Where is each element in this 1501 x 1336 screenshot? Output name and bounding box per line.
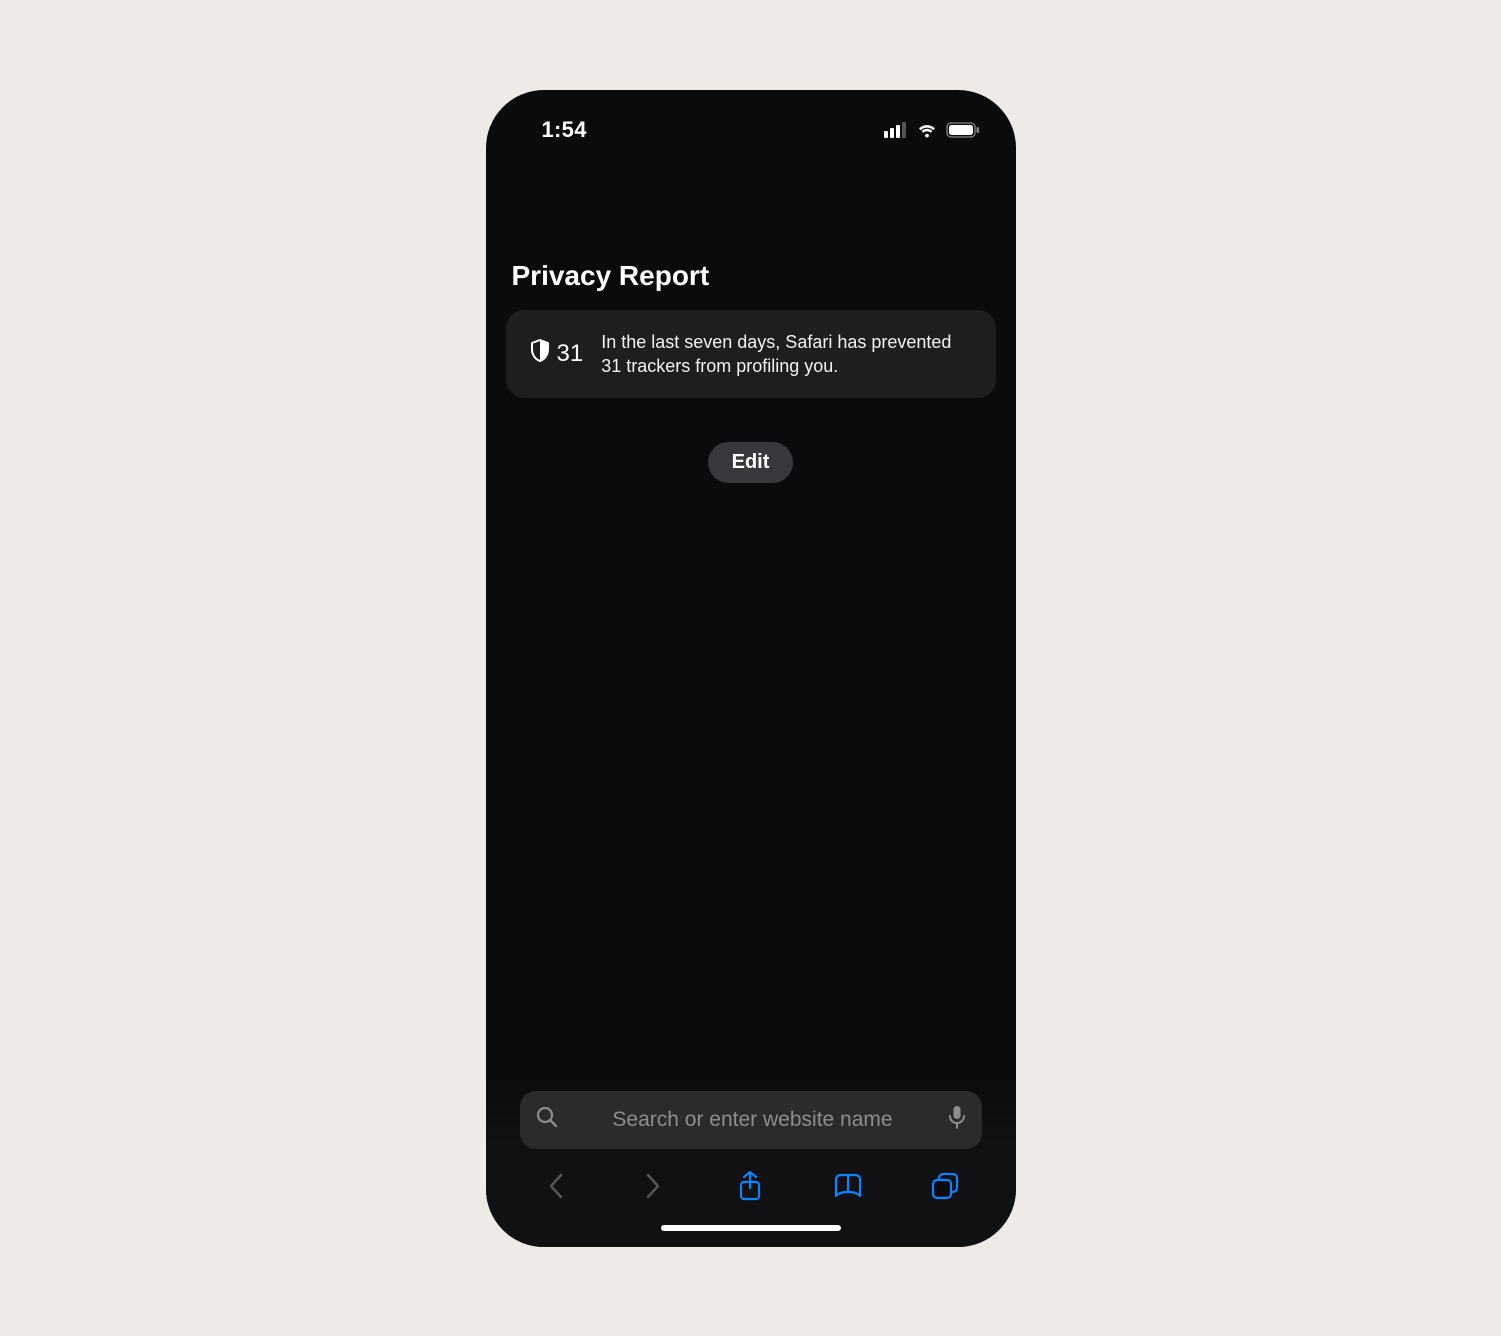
phone-frame: 1:54 [486,90,1016,1247]
cellular-signal-icon [884,122,908,138]
privacy-report-title: Privacy Report [512,260,996,292]
microphone-icon[interactable] [948,1105,966,1134]
tracker-count: 31 [557,340,584,368]
status-bar: 1:54 [486,90,1016,148]
address-bar[interactable]: Search or enter website name [520,1091,982,1149]
search-icon [536,1106,558,1133]
edit-button[interactable]: Edit [708,442,794,483]
address-placeholder: Search or enter website name [576,1108,930,1132]
privacy-summary-text: In the last seven days, Safari has preve… [601,330,971,379]
wifi-icon [916,122,938,138]
battery-icon [946,122,980,138]
status-time: 1:54 [542,117,587,143]
bottom-bar: Search or enter website name [486,1075,1016,1247]
forward-button[interactable] [625,1173,681,1199]
toolbar [500,1155,1002,1217]
privacy-report-card[interactable]: 31 In the last seven days, Safari has pr… [506,310,996,399]
start-page-content: Privacy Report 31 In the last seven days… [486,260,1016,484]
tracker-count-group: 31 [530,339,584,368]
shield-icon [530,339,550,368]
bookmarks-button[interactable] [820,1173,876,1199]
home-indicator[interactable] [661,1225,841,1231]
share-button[interactable] [722,1171,778,1201]
status-icons [884,120,980,140]
tabs-button[interactable] [917,1172,973,1200]
back-button[interactable] [528,1173,584,1199]
